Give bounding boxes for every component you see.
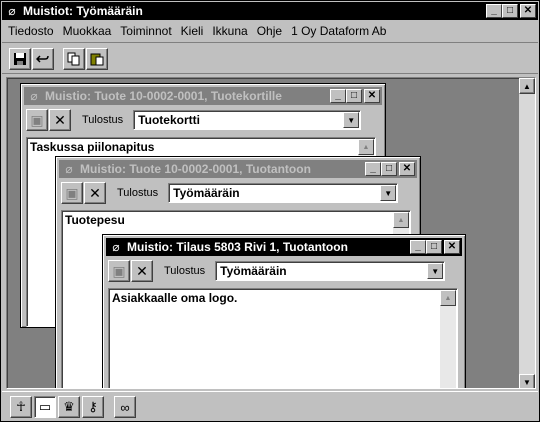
maximize-button[interactable]: □: [426, 240, 442, 254]
close-button[interactable]: ✕: [399, 162, 415, 176]
window-titlebar[interactable]: ⌀ Muistio: Tuote 10-0002-0001, Tuotekort…: [24, 87, 382, 105]
print-select[interactable]: Työmääräin ▼: [215, 261, 446, 281]
window-toolbar: ▣ ✕ Tulostus Työmääräin ▼: [61, 181, 399, 205]
main-toolbar: [2, 42, 538, 74]
undo-button[interactable]: [32, 48, 54, 70]
window-toolbar: ▣ ✕ Tulostus Tuotekortti ▼: [26, 108, 362, 132]
main-window: ⌀ Muistiot: Työmääräin _ □ ✕ Tiedosto Mu…: [0, 0, 540, 422]
save-icon: [14, 53, 26, 65]
print-select-value: Työmääräin: [173, 186, 240, 200]
person-button[interactable]: ☥: [10, 396, 32, 418]
print-select-value: Tuotekortti: [138, 113, 200, 127]
window-title: Muistio: Tilaus 5803 Rivi 1, Tuotantoon: [127, 240, 348, 254]
app-title: Muistiot: Työmääräin: [23, 4, 143, 18]
close-button[interactable]: ✕: [520, 4, 536, 18]
delete-button[interactable]: ✕: [131, 260, 153, 282]
close-button[interactable]: ✕: [364, 89, 380, 103]
maximize-button[interactable]: □: [346, 89, 362, 103]
menu-ikkuna[interactable]: Ikkuna: [212, 24, 247, 38]
menu-kieli[interactable]: Kieli: [181, 24, 204, 38]
note-icon: ▭: [38, 399, 52, 414]
scroll-up-arrow-icon[interactable]: ▲: [440, 290, 456, 306]
trash-icon: ♛: [63, 399, 75, 414]
memo-text: Taskussa piilonapitus: [30, 140, 155, 154]
x-icon: ✕: [136, 262, 148, 279]
paste-icon: [90, 53, 104, 66]
chevron-down-icon[interactable]: ▼: [380, 185, 397, 201]
print-select[interactable]: Työmääräin ▼: [168, 183, 399, 203]
paperclip-icon: ⌀: [112, 240, 120, 254]
save-button[interactable]: ▣: [26, 109, 48, 131]
save-button[interactable]: ▣: [108, 260, 130, 282]
minimize-button[interactable]: _: [365, 162, 381, 176]
key-icon: ⚷: [88, 399, 98, 414]
memo-window-tilaus: ⌀ Muistio: Tilaus 5803 Rivi 1, Tuotantoo…: [102, 234, 466, 388]
window-title: Muistio: Tuote 10-0002-0001, Tuotekortil…: [45, 89, 282, 103]
paperclip-icon: ⌀: [8, 4, 16, 18]
delete-button[interactable]: ✕: [49, 109, 71, 131]
memo-scrollbar[interactable]: ▲: [440, 290, 456, 388]
paperclip-icon: ⌀: [30, 89, 38, 103]
binoculars-icon: ∞: [120, 399, 130, 415]
close-button[interactable]: ✕: [444, 240, 460, 254]
save-icon: ▣: [65, 184, 79, 201]
window-titlebar[interactable]: ⌀ Muistio: Tuote 10-0002-0001, Tuotantoo…: [59, 160, 417, 178]
copy-button[interactable]: [63, 48, 85, 70]
memo-textarea[interactable]: Asiakkaalle oma logo. ▲: [108, 288, 458, 388]
memo-text: Asiakkaalle oma logo.: [112, 291, 238, 305]
chevron-down-icon[interactable]: ▼: [343, 112, 360, 128]
main-titlebar[interactable]: ⌀ Muistiot: Työmääräin _ □ ✕: [2, 2, 538, 20]
memo-text: Tuotepesu: [65, 213, 125, 227]
print-label: Tulostus: [82, 114, 124, 126]
save-button[interactable]: [9, 48, 31, 70]
menu-tiedosto[interactable]: Tiedosto: [8, 24, 54, 38]
minimize-button[interactable]: _: [410, 240, 426, 254]
x-icon: ✕: [89, 184, 101, 201]
x-icon: ✕: [54, 111, 66, 128]
menu-muokkaa[interactable]: Muokkaa: [63, 24, 112, 38]
bottom-toolbar: ☥ ▭ ♛ ⚷ ∞: [2, 391, 538, 421]
window-titlebar[interactable]: ⌀ Muistio: Tilaus 5803 Rivi 1, Tuotantoo…: [106, 238, 462, 256]
paperclip-icon: ⌀: [65, 162, 73, 176]
maximize-button[interactable]: □: [381, 162, 397, 176]
menu-toiminnot[interactable]: Toiminnot: [120, 24, 171, 38]
window-title: Muistio: Tuote 10-0002-0001, Tuotantoon: [80, 162, 311, 176]
save-icon: ▣: [30, 111, 44, 128]
paste-button[interactable]: [86, 48, 108, 70]
scroll-down-arrow-icon[interactable]: ▼: [519, 374, 535, 388]
window-toolbar: ▣ ✕ Tulostus Työmääräin ▼: [108, 259, 446, 283]
copy-icon: [67, 52, 80, 66]
undo-icon: [36, 55, 49, 63]
key-button[interactable]: ⚷: [82, 396, 104, 418]
scroll-up-arrow-icon[interactable]: ▲: [393, 212, 409, 228]
menubar: Tiedosto Muokkaa Toiminnot Kieli Ikkuna …: [2, 21, 538, 41]
minimize-button[interactable]: _: [330, 89, 346, 103]
mdi-workspace: ▲ ▼ ⌀ Muistio: Tuote 10-0002-0001, Tuote…: [6, 77, 536, 389]
maximize-button[interactable]: □: [502, 4, 518, 18]
print-select-value: Työmääräin: [220, 264, 287, 278]
note-button[interactable]: ▭: [34, 396, 56, 418]
menu-company[interactable]: 1 Oy Dataform Ab: [291, 24, 386, 38]
print-label: Tulostus: [164, 265, 206, 277]
person-icon: ☥: [16, 399, 26, 414]
save-icon: ▣: [112, 262, 126, 279]
print-label: Tulostus: [117, 187, 159, 199]
save-button[interactable]: ▣: [61, 182, 83, 204]
trash-button[interactable]: ♛: [58, 396, 80, 418]
search-button[interactable]: ∞: [114, 396, 136, 418]
minimize-button[interactable]: _: [486, 4, 502, 18]
scroll-up-arrow-icon[interactable]: ▲: [519, 78, 535, 94]
delete-button[interactable]: ✕: [84, 182, 106, 204]
main-vertical-scrollbar[interactable]: ▲ ▼: [519, 78, 535, 388]
chevron-down-icon[interactable]: ▼: [427, 263, 444, 279]
menu-ohje[interactable]: Ohje: [257, 24, 282, 38]
print-select[interactable]: Tuotekortti ▼: [133, 110, 362, 130]
scroll-up-arrow-icon[interactable]: ▲: [358, 139, 374, 155]
